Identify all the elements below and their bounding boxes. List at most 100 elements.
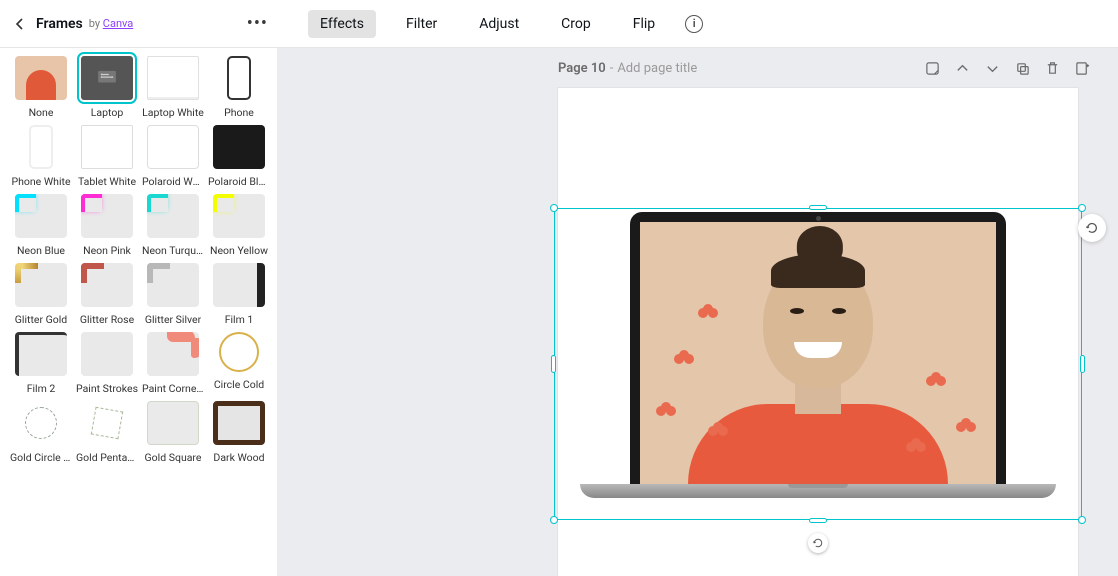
chevron-down-icon[interactable] [984,60,1000,76]
frame-option-gold-circle-l-[interactable]: Gold Circle L... [10,401,72,464]
frame-option-tablet-white[interactable]: Tablet White [76,125,138,188]
frame-label: Polaroid Wh... [142,175,204,188]
frame-thumb [147,263,199,307]
frame-label: None [29,106,54,119]
frame-label: Laptop [91,106,123,119]
resize-handle-se[interactable] [1078,516,1086,524]
frame-option-film-2[interactable]: Film 2 [10,332,72,395]
back-button[interactable] [8,14,32,34]
frame-option-neon-turqu-[interactable]: Neon Turqu... [142,194,204,257]
frame-thumb [227,56,251,100]
frame-label: Paint Strokes [76,382,138,395]
resize-edge-e[interactable] [1080,355,1085,373]
resize-edge-s[interactable] [809,518,827,523]
frame-option-glitter-rose[interactable]: Glitter Rose [76,263,138,326]
frame-label: Neon Blue [17,244,65,257]
frame-option-phone[interactable]: Phone [208,56,270,119]
frame-label: Neon Turqu... [142,244,204,257]
frame-thumb [15,56,67,100]
frame-label: Gold Square [145,451,202,464]
frame-option-circle-cold[interactable]: Circle Cold [208,332,270,395]
frame-label: Neon Pink [83,244,131,257]
copy-icon[interactable] [1014,60,1030,76]
frame-label: Glitter Gold [15,313,67,326]
resize-handle-ne[interactable] [1078,204,1086,212]
frame-thumb [81,332,133,376]
notes-icon[interactable] [924,60,940,76]
more-button[interactable]: ••• [235,5,280,42]
frame-thumb [219,332,259,372]
frame-option-phone-white[interactable]: Phone White [10,125,72,188]
frame-thumb [15,263,67,307]
crop-button[interactable]: Crop [549,10,603,38]
frame-thumb [15,332,67,376]
frame-label: Film 2 [27,382,56,395]
frame-option-paint-strokes[interactable]: Paint Strokes [76,332,138,395]
resize-edge-w[interactable] [551,355,556,373]
frame-option-paint-corners[interactable]: Paint Corners [142,332,204,395]
frame-option-glitter-gold[interactable]: Glitter Gold [10,263,72,326]
frame-thumb [29,125,53,169]
refresh-button[interactable] [1078,214,1106,242]
frame-option-film-1[interactable]: Film 1 [208,263,270,326]
frame-label: Phone [224,106,254,119]
rotate-icon [812,537,824,549]
frame-label: Glitter Rose [80,313,134,326]
panel-title: Frames [36,16,83,32]
frame-thumb [81,263,133,307]
effects-button[interactable]: Effects [308,10,376,38]
page-canvas[interactable] [558,88,1078,576]
frame-thumb [147,194,199,238]
canvas-area[interactable]: Page 10 - Add page title [278,48,1118,576]
frame-label: Glitter Silver [145,313,201,326]
frame-thumb [213,401,265,445]
frame-option-polaroid-wh-[interactable]: Polaroid Wh... [142,125,204,188]
frame-label: Tablet White [78,175,136,188]
page-title-input[interactable]: Add page title [617,61,697,76]
frame-thumb [147,332,199,376]
frame-thumb [81,125,133,169]
flip-button[interactable]: Flip [621,10,667,38]
info-icon[interactable]: i [685,15,703,33]
frame-option-neon-pink[interactable]: Neon Pink [76,194,138,257]
frame-option-gold-pentag-[interactable]: Gold Pentag... [76,401,138,464]
frames-sidebar[interactable]: None Laptop Laptop White Phone Phone White Ta… [0,48,278,576]
filter-button[interactable]: Filter [394,10,449,38]
frame-thumb [81,56,133,100]
by-label: by Canva [89,17,134,30]
frame-option-neon-yellow[interactable]: Neon Yellow [208,194,270,257]
frame-label: Film 1 [225,313,254,326]
add-page-icon[interactable] [1074,60,1090,76]
frame-label: Dark Wood [213,451,264,464]
frame-thumb [213,263,265,307]
frame-label: Phone White [11,175,70,188]
adjust-button[interactable]: Adjust [467,10,531,38]
frame-thumb [147,125,199,169]
frame-option-neon-blue[interactable]: Neon Blue [10,194,72,257]
resize-handle-sw[interactable] [550,516,558,524]
trash-icon[interactable] [1044,60,1060,76]
resize-edge-n[interactable] [809,205,827,210]
resize-handle-nw[interactable] [550,204,558,212]
frame-option-laptop-white[interactable]: Laptop White [142,56,204,119]
frame-thumb [147,56,199,100]
frame-label: Paint Corners [142,382,204,395]
frame-thumb [19,401,63,445]
frame-option-glitter-silver[interactable]: Glitter Silver [142,263,204,326]
frame-option-none[interactable]: None [10,56,72,119]
frame-option-gold-square[interactable]: Gold Square [142,401,204,464]
chevron-left-icon [14,18,26,30]
selection-box[interactable] [554,208,1082,520]
frame-label: Circle Cold [214,378,264,391]
brand-link[interactable]: Canva [103,17,133,30]
frame-thumb [81,194,133,238]
chevron-up-icon[interactable] [954,60,970,76]
page-number: Page 10 [558,61,606,76]
frame-option-laptop[interactable]: Laptop [76,56,138,119]
frame-option-dark-wood[interactable]: Dark Wood [208,401,270,464]
frame-option-polaroid-black[interactable]: Polaroid Black [208,125,270,188]
frame-label: Gold Circle L... [10,451,72,464]
frame-label: Polaroid Black [208,175,270,188]
frame-label: Neon Yellow [210,244,268,257]
rotate-handle[interactable] [808,533,828,553]
